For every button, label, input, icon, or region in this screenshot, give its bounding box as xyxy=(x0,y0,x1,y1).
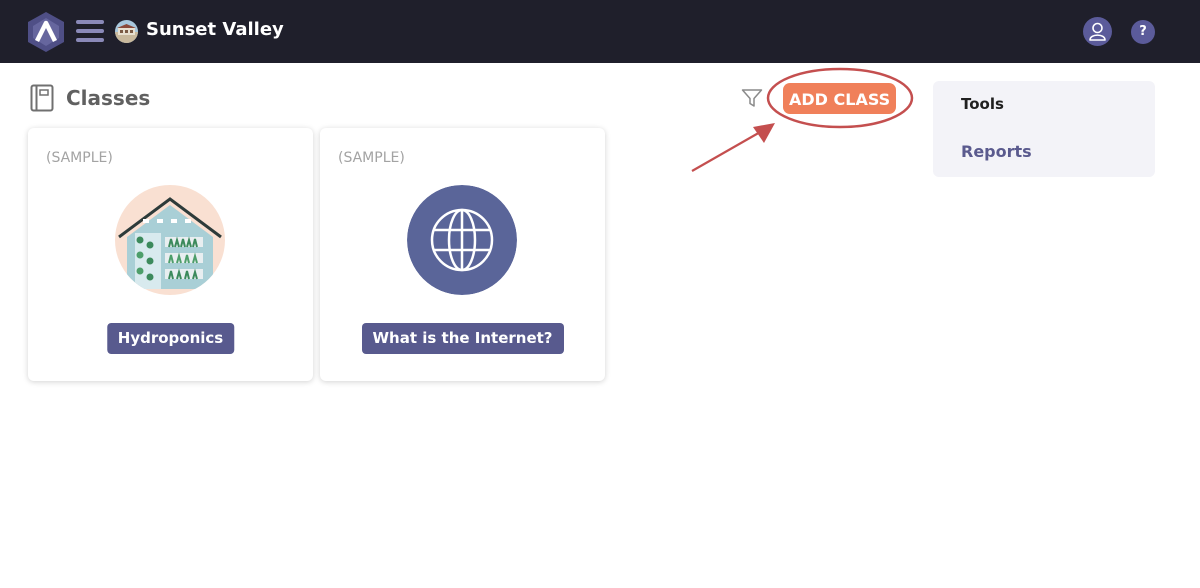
add-class-button[interactable]: ADD CLASS xyxy=(783,83,896,114)
help-icon[interactable]: ? xyxy=(1131,20,1155,44)
school-name[interactable]: Sunset Valley xyxy=(146,19,284,40)
greenhouse-image xyxy=(115,185,225,295)
hamburger-menu-icon[interactable] xyxy=(76,20,104,42)
class-name: Hydroponics xyxy=(106,323,235,354)
notebook-icon xyxy=(30,84,54,112)
class-card-hydroponics[interactable]: (SAMPLE) Hydroponics xyxy=(28,128,313,381)
user-icon[interactable] xyxy=(1083,17,1112,46)
tools-heading: Tools xyxy=(961,95,1004,113)
tools-panel: Tools Reports xyxy=(933,81,1155,177)
filter-icon[interactable] xyxy=(741,88,763,108)
sample-tag: (SAMPLE) xyxy=(46,150,113,166)
reports-link[interactable]: Reports xyxy=(961,142,1032,161)
class-name: What is the Internet? xyxy=(361,323,564,354)
school-avatar-icon xyxy=(115,20,138,43)
page-title: Classes xyxy=(66,86,151,110)
globe-icon xyxy=(407,185,517,295)
app-logo-icon[interactable] xyxy=(26,11,66,53)
class-card-internet[interactable]: (SAMPLE) What is the Internet? xyxy=(320,128,605,381)
top-bar: Sunset Valley ? xyxy=(0,0,1200,63)
sample-tag: (SAMPLE) xyxy=(338,150,405,166)
